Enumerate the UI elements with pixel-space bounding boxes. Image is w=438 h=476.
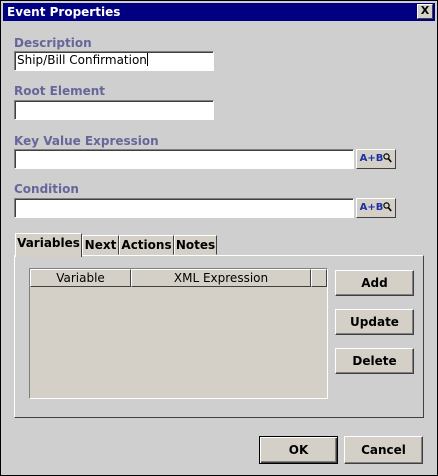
expression-builder-label: A+B <box>359 153 384 164</box>
dialog-title: Event Properties <box>7 5 121 19</box>
root-element-field[interactable] <box>14 100 214 120</box>
variables-table[interactable]: Variable XML Expression <box>29 268 328 399</box>
xml-expression-column-header[interactable]: XML Expression <box>131 269 311 287</box>
column-header-filler <box>311 269 327 287</box>
variable-column-header[interactable]: Variable <box>30 269 131 287</box>
ok-button[interactable]: OK <box>259 436 338 464</box>
condition-field[interactable] <box>14 198 354 218</box>
update-button[interactable]: Update <box>335 309 414 335</box>
description-field[interactable]: Ship/Bill Confirmation <box>14 51 214 71</box>
key-value-expression-field[interactable] <box>14 149 354 169</box>
tab-notes[interactable]: Notes <box>174 235 217 255</box>
description-label: Description <box>14 36 92 50</box>
key-value-expression-label: Key Value Expression <box>14 134 159 148</box>
close-button[interactable]: X <box>417 4 433 19</box>
root-element-label: Root Element <box>14 84 106 98</box>
tab-actions[interactable]: Actions <box>119 235 174 255</box>
magnifier-icon <box>383 201 393 218</box>
tab-variables[interactable]: Variables <box>15 233 82 257</box>
condition-builder-button[interactable]: A+B <box>356 198 396 218</box>
delete-button[interactable]: Delete <box>335 348 414 374</box>
key-value-expression-builder-button[interactable]: A+B <box>356 149 396 169</box>
condition-label: Condition <box>14 182 79 196</box>
magnifier-icon <box>383 152 393 169</box>
cancel-button[interactable]: Cancel <box>344 436 423 464</box>
tab-next[interactable]: Next <box>82 235 119 255</box>
close-icon: X <box>420 4 430 17</box>
add-button[interactable]: Add <box>335 270 414 296</box>
text-caret <box>146 53 148 66</box>
description-value: Ship/Bill Confirmation <box>17 53 147 67</box>
title-bar: Event Properties X <box>3 3 435 21</box>
expression-builder-label: A+B <box>359 202 384 213</box>
